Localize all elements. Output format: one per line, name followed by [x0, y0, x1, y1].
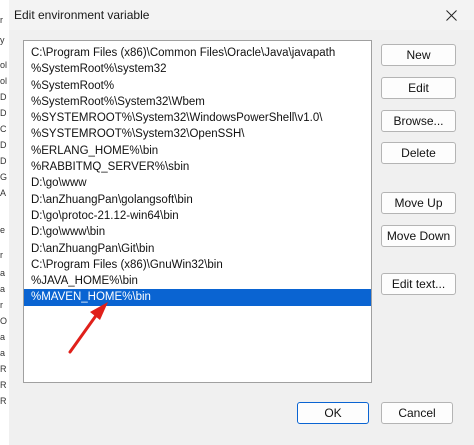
list-item[interactable]: D:\anZhuangPan\golangsoft\bin [24, 192, 371, 208]
list-item[interactable]: D:\go\www [24, 175, 371, 191]
background-text: C [0, 124, 7, 134]
list-item[interactable]: %SYSTEMROOT%\System32\OpenSSH\ [24, 126, 371, 142]
edit-button[interactable]: Edit [381, 77, 456, 99]
background-text: a [0, 332, 6, 342]
list-item[interactable]: C:\Program Files (x86)\Common Files\Orac… [24, 45, 371, 61]
background-text: ol [0, 60, 8, 70]
move-up-button[interactable]: Move Up [381, 192, 456, 214]
close-button[interactable] [429, 0, 474, 30]
background-text: R [0, 380, 7, 390]
background-text: r [0, 250, 3, 260]
delete-button[interactable]: Delete [381, 142, 456, 164]
background-text: r [0, 300, 3, 310]
list-item[interactable]: D:\anZhuangPan\Git\bin [24, 241, 371, 257]
browse-button[interactable]: Browse... [381, 110, 456, 132]
edit-text-button[interactable]: Edit text... [381, 273, 456, 295]
window-title: Edit environment variable [14, 8, 150, 22]
background-text: r [0, 15, 3, 25]
ok-button[interactable]: OK [297, 402, 369, 424]
list-item[interactable]: %SYSTEMROOT%\System32\WindowsPowerShell\… [24, 110, 371, 126]
background-text: a [0, 348, 6, 358]
background-text: D [0, 140, 7, 150]
list-item[interactable]: C:\Program Files (x86)\GnuWin32\bin [24, 257, 371, 273]
new-button[interactable]: New [381, 44, 456, 66]
background-text: y [0, 35, 5, 45]
background-text: D [0, 156, 7, 166]
background-text: R [0, 396, 7, 406]
background-text: R [0, 364, 7, 374]
background-text: O [0, 316, 8, 326]
list-item[interactable]: D:\go\www\bin [24, 224, 371, 240]
close-icon [446, 9, 457, 21]
list-item[interactable]: %SystemRoot% [24, 78, 371, 94]
background-text: A [0, 188, 7, 198]
list-item[interactable]: %SystemRoot%\System32\Wbem [24, 94, 371, 110]
red-arrow-annotation-icon [68, 302, 108, 354]
background-text: D [0, 108, 7, 118]
move-down-button[interactable]: Move Down [381, 225, 456, 247]
cancel-button[interactable]: Cancel [381, 402, 453, 424]
background-text: ol [0, 76, 8, 86]
background-text: a [0, 284, 6, 294]
list-item[interactable]: %RABBITMQ_SERVER%\sbin [24, 159, 371, 175]
list-item[interactable]: D:\go\protoc-21.12-win64\bin [24, 208, 371, 224]
background-text: e [0, 225, 6, 235]
list-item[interactable]: %ERLANG_HOME%\bin [24, 143, 371, 159]
list-item[interactable]: %SystemRoot%\system32 [24, 61, 371, 77]
title-bar: Edit environment variable [9, 0, 474, 30]
list-item[interactable]: %JAVA_HOME%\bin [24, 273, 371, 289]
edit-environment-variable-dialog: Edit environment variable C:\Program Fil… [9, 0, 474, 445]
background-text: a [0, 268, 6, 278]
background-text: D [0, 92, 7, 102]
background-text: G [0, 172, 8, 182]
